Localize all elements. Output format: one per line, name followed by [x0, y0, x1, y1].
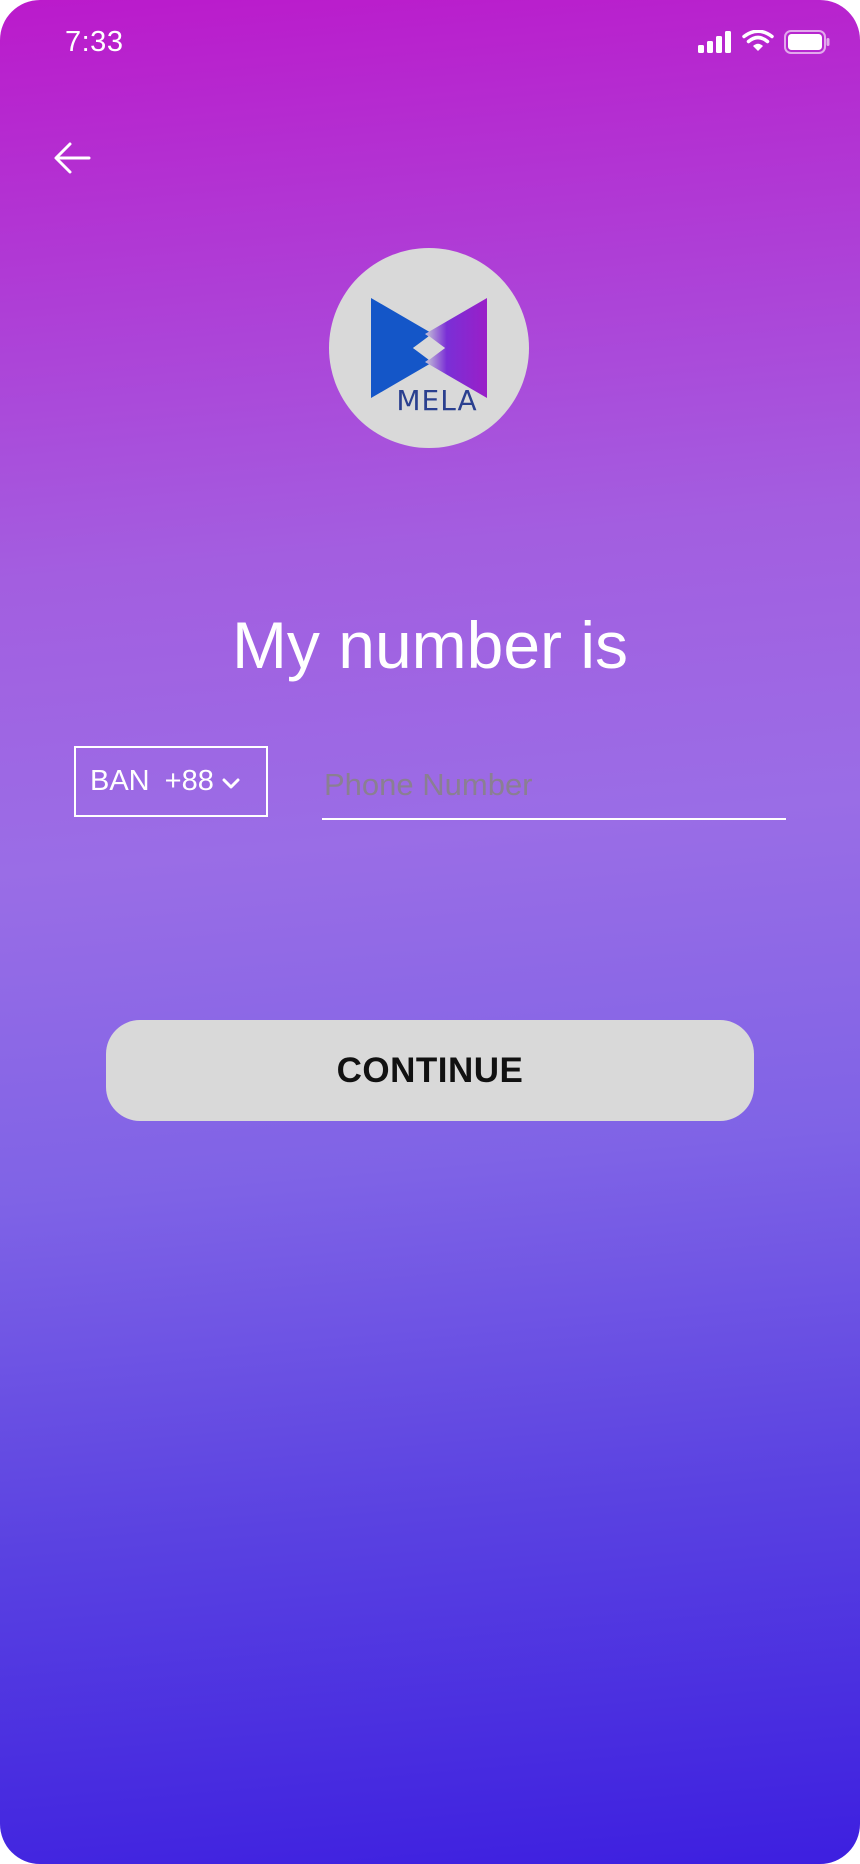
mela-logo-mark: MELA — [371, 298, 487, 417]
logo-text: MELA — [396, 384, 477, 417]
status-time: 7:33 — [65, 26, 124, 58]
arrow-left-icon — [53, 141, 91, 180]
chevron-down-icon — [222, 765, 240, 798]
cellular-signal-icon — [698, 31, 732, 58]
page-title: My number is — [231, 608, 629, 682]
continue-button[interactable]: CONTINUE — [106, 1020, 754, 1121]
country-code-select[interactable]: BAN +88 — [74, 746, 268, 817]
phone-number-input[interactable] — [322, 756, 786, 814]
wifi-icon — [742, 29, 774, 59]
phone-screen: 7:33 MELA My number is BAN +88 Phone Num… — [0, 0, 860, 1864]
country-code: BAN — [90, 765, 150, 797]
dial-code: +88 — [164, 765, 214, 797]
status-icons — [698, 29, 830, 59]
phone-number-field — [322, 756, 786, 820]
battery-icon — [784, 30, 830, 59]
back-button[interactable] — [48, 138, 96, 182]
app-logo: MELA — [329, 248, 529, 448]
